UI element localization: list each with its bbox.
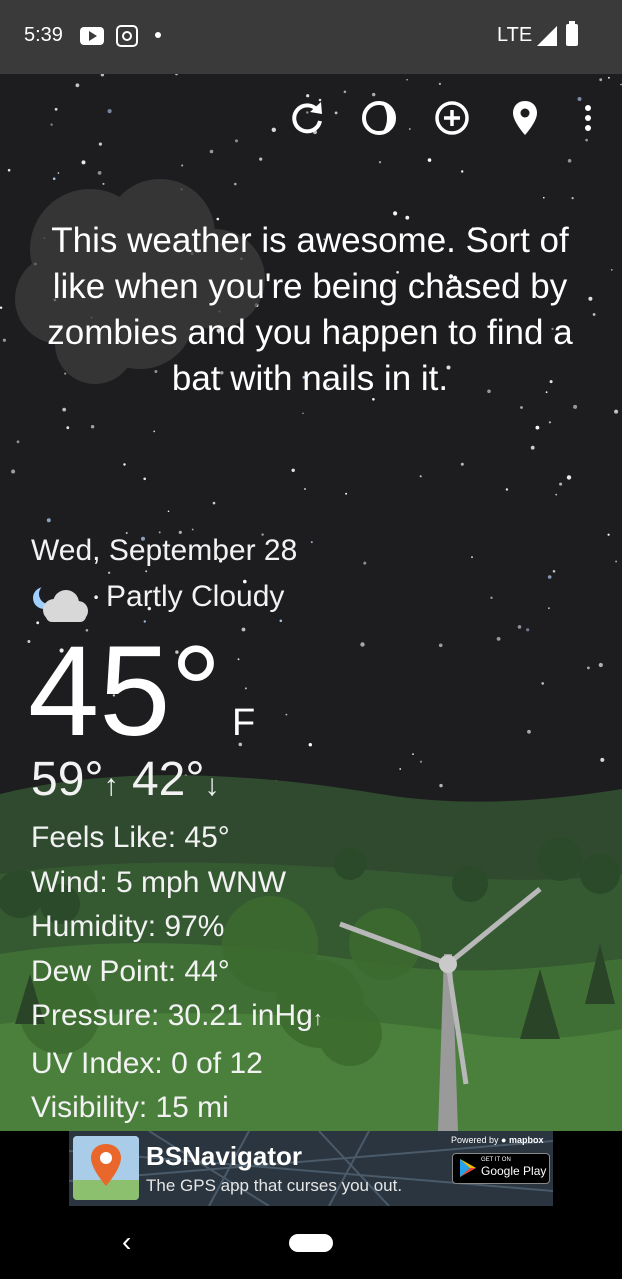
youtube-icon <box>80 27 104 45</box>
temperature-unit: F <box>232 702 256 744</box>
store-name: Google Play <box>481 1164 547 1178</box>
refresh-icon <box>292 102 322 134</box>
more-options-button[interactable] <box>566 96 610 140</box>
high-temperature: 59° <box>31 753 104 806</box>
arrow-down-icon: ↓ <box>204 769 220 802</box>
add-location-button[interactable] <box>430 96 474 140</box>
status-bar: 5:39 LTE <box>0 0 622 74</box>
add-location-icon <box>435 101 469 135</box>
status-time: 5:39 <box>24 24 63 46</box>
more-options-icon <box>585 105 591 131</box>
arrow-up-icon: ↑ <box>103 769 119 802</box>
powered-by-mapbox: Powered by ● mapbox <box>451 1135 544 1145</box>
ad-area: BSNavigator The GPS app that curses you … <box>0 1131 622 1212</box>
high-low-temperature: 59°↑ 42°↓ <box>31 752 220 807</box>
back-icon[interactable]: ‹ <box>122 1226 131 1258</box>
pressure: Pressure: 30.21 inHg <box>31 999 313 1032</box>
moon-phase-button[interactable] <box>357 96 401 140</box>
weather-background: This weather is awesome. Sort of like wh… <box>0 74 622 1131</box>
home-pill[interactable] <box>289 1234 333 1252</box>
mapbox-icon: ● <box>501 1135 507 1145</box>
pressure-rising-icon: ↑ <box>312 1008 323 1030</box>
feels-like: Feels Like: 45° <box>31 821 230 854</box>
navigation-bar: ‹ <box>0 1212 622 1279</box>
ad-subtitle: The GPS app that curses you out. <box>146 1176 403 1195</box>
network-type: LTE <box>497 24 533 46</box>
visibility: Visibility: 15 mi <box>31 1091 229 1124</box>
bsnavigator-logo <box>73 1136 139 1200</box>
weather-details: Feels Like: 45° Wind: 5 mph WNW Humidity… <box>31 816 323 1131</box>
uv-index: UV Index: 0 of 12 <box>31 1046 263 1080</box>
location-pin-icon <box>513 101 537 135</box>
wind: Wind: 5 mph WNW <box>31 865 287 899</box>
notification-dot-icon <box>155 32 161 38</box>
pressure-row: Pressure: 30.21 inHg↑ <box>31 994 323 1042</box>
current-temperature: 45° <box>28 620 222 763</box>
forecast-date: Wed, September 28 <box>31 534 298 567</box>
dew-point: Dew Point: 44° <box>31 954 230 988</box>
location-button[interactable] <box>503 96 547 140</box>
signal-icon <box>537 26 557 46</box>
store-caption: GET IT ON <box>481 1157 511 1163</box>
weather-condition: Partly Cloudy <box>106 580 285 613</box>
moon-phase-icon <box>362 101 396 135</box>
google-play-icon <box>460 1159 476 1177</box>
weather-quote: This weather is awesome. Sort of like wh… <box>47 221 573 398</box>
instagram-icon <box>116 25 138 47</box>
google-play-badge[interactable]: GET IT ON Google Play <box>452 1153 550 1184</box>
night-partly-cloudy-icon <box>33 584 88 622</box>
refresh-button[interactable] <box>285 96 329 140</box>
ad-banner[interactable]: BSNavigator The GPS app that curses you … <box>69 1131 553 1206</box>
ad-title: BSNavigator <box>146 1141 303 1171</box>
low-temperature: 42° <box>131 753 205 806</box>
battery-icon <box>566 21 578 46</box>
humidity: Humidity: 97% <box>31 910 225 943</box>
